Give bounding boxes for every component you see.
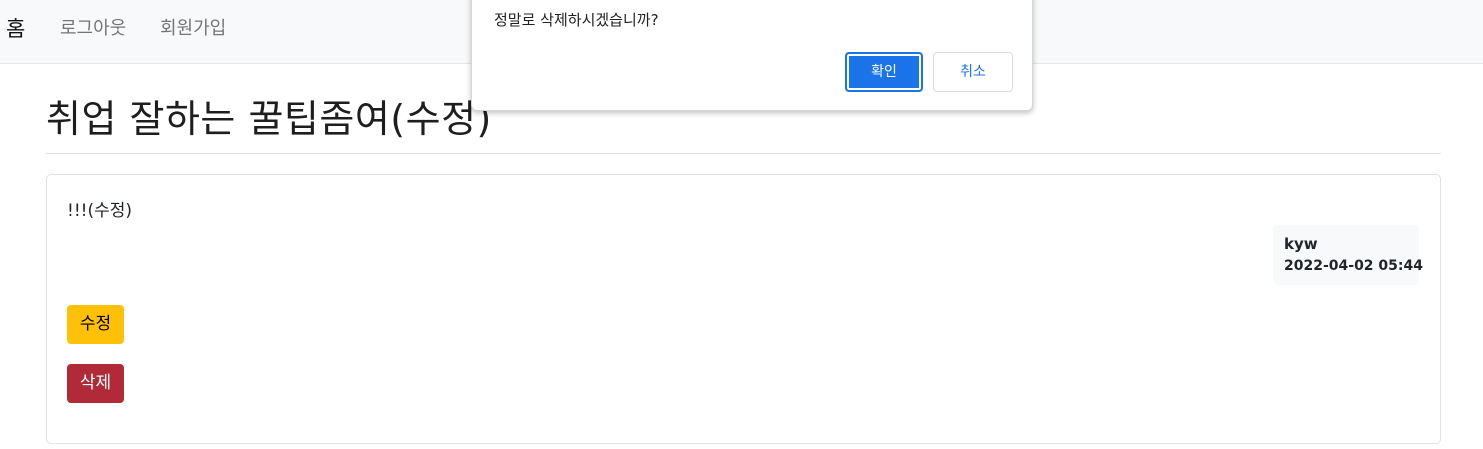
post-card: !!!(수정) kyw 2022-04-02 05:44 수정 삭제	[46, 174, 1441, 444]
confirm-dialog: 정말로 삭제하시겠습니까? 확인 취소	[471, 0, 1033, 111]
post-meta: kyw 2022-04-02 05:44	[1273, 225, 1423, 285]
edit-button[interactable]: 수정	[67, 305, 124, 344]
post-content: !!!(수정)	[67, 201, 132, 221]
navbar-brand[interactable]: 홈	[6, 14, 25, 44]
title-divider	[46, 153, 1441, 154]
delete-button[interactable]: 삭제	[67, 364, 124, 403]
confirm-ok-button[interactable]: 확인	[845, 52, 923, 92]
nav-link-logout[interactable]: 로그아웃	[60, 16, 126, 42]
confirm-cancel-button[interactable]: 취소	[933, 52, 1013, 92]
post-author: kyw	[1284, 235, 1318, 253]
post-date: 2022-04-02 05:44	[1284, 258, 1423, 274]
confirm-dialog-message: 정말로 삭제하시겠습니까?	[494, 11, 659, 29]
nav-link-signup[interactable]: 회원가입	[160, 16, 226, 42]
page-title: 취업 잘하는 꿀팁좀여(수정)	[46, 97, 492, 141]
